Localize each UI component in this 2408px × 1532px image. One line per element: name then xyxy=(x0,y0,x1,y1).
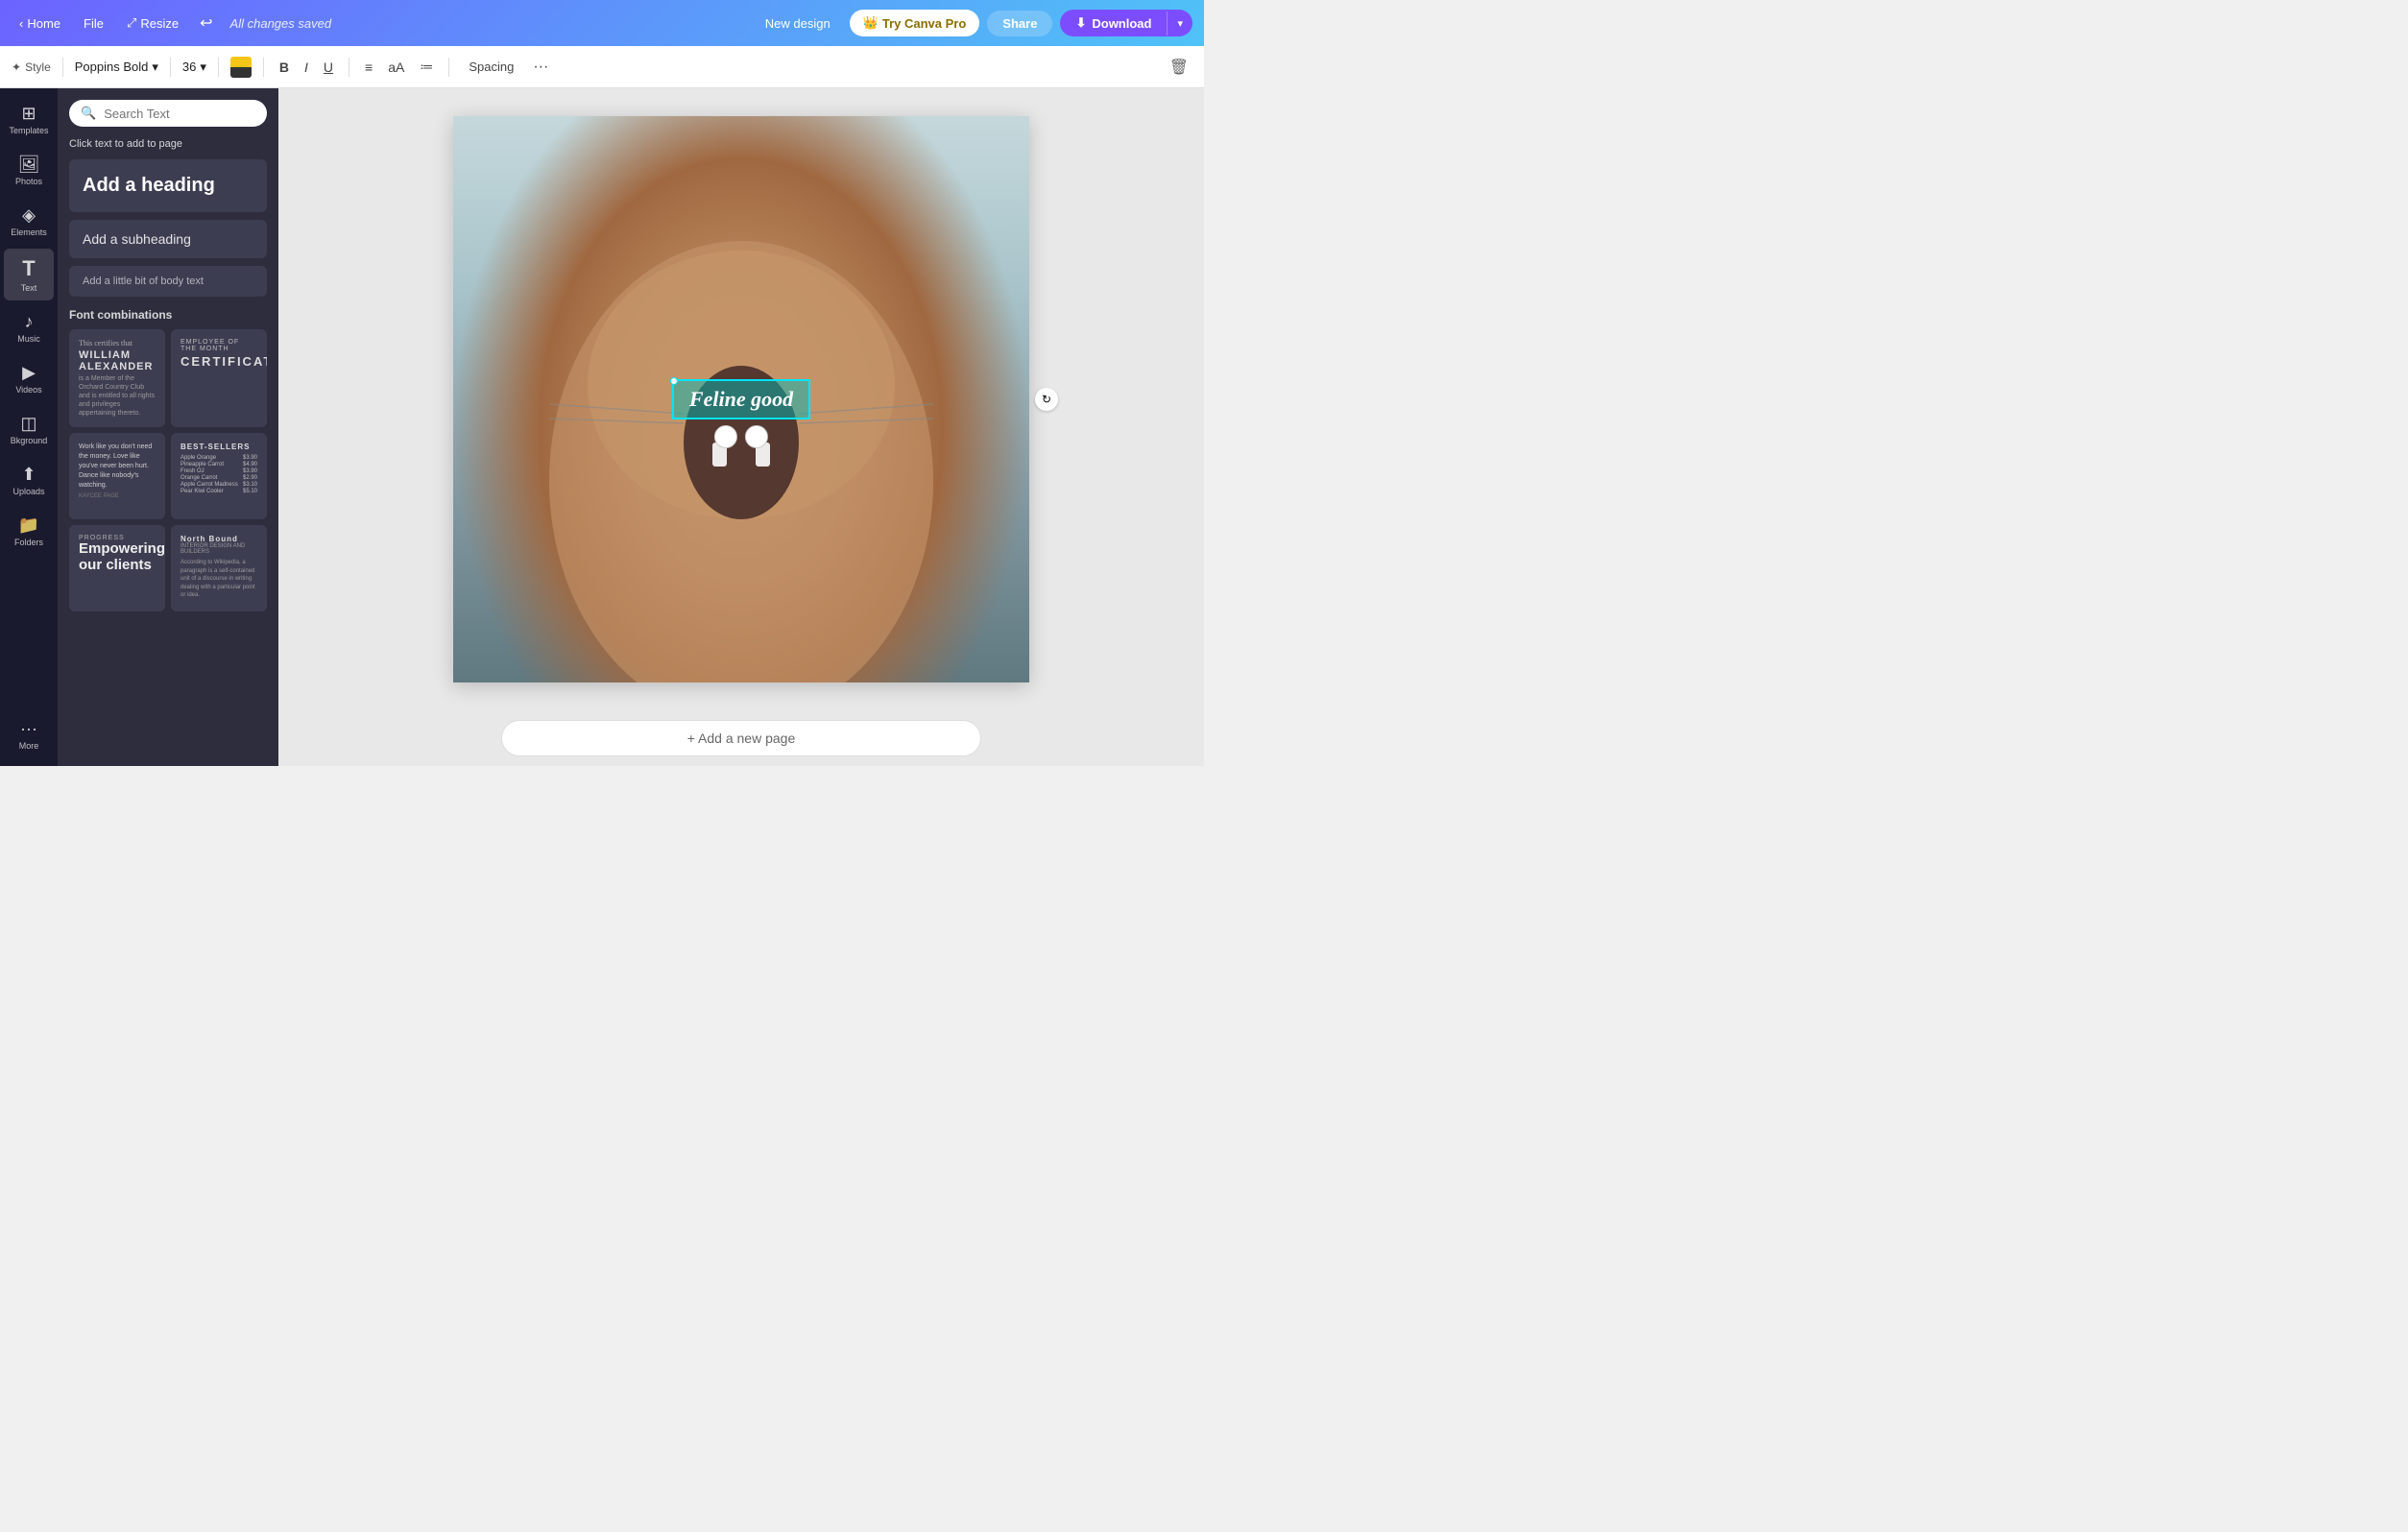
font-card-4[interactable]: BEST-SELLERS Apple Orange$3.90 Pineapple… xyxy=(171,433,267,519)
font-combos-label: Font combinations xyxy=(69,308,267,322)
sidebar-item-templates[interactable]: ⊞ Templates xyxy=(4,96,54,143)
sidebar-item-videos[interactable]: ▶ Videos xyxy=(4,355,54,402)
elements-icon: ◈ xyxy=(22,205,36,226)
templates-icon: ⊞ xyxy=(21,104,36,124)
sidebar-item-more[interactable]: ··· More xyxy=(4,711,54,758)
list-button[interactable]: ≔ xyxy=(416,55,437,79)
sidebar-item-text[interactable]: T Text xyxy=(4,249,54,300)
canvas-wrapper: ⧉ ⊕ + xyxy=(453,116,1029,682)
style-icon: ✦ xyxy=(12,60,21,74)
text-panel: 🔍 Click text to add to page Add a headin… xyxy=(58,88,278,766)
font-selector[interactable]: Poppins Bold ▾ xyxy=(75,60,158,75)
delete-button[interactable]: 🗑 xyxy=(1166,54,1192,81)
font-card-5[interactable]: PROGRESS Empowering our clients xyxy=(69,525,165,611)
more-options-button[interactable]: ··· xyxy=(529,55,552,80)
sidebar-item-background[interactable]: ◫ Bkground xyxy=(4,406,54,453)
share-button[interactable]: Share xyxy=(987,11,1052,36)
font-chevron-icon: ▾ xyxy=(152,60,158,75)
canvas-container: ⧉ ⊕ + xyxy=(278,88,1204,710)
crown-icon: 👑 xyxy=(863,15,879,31)
videos-icon: ▶ xyxy=(22,363,36,383)
add-page-button[interactable]: + Add a new page xyxy=(501,720,981,756)
text-color-swatch[interactable] xyxy=(230,57,252,78)
font-card-1[interactable]: This certifies that WILLIAM ALEXANDER is… xyxy=(69,329,165,427)
folders-icon: 📁 xyxy=(18,515,39,536)
toolbar-separator-1 xyxy=(62,58,63,77)
font-combinations-grid: This certifies that WILLIAM ALEXANDER is… xyxy=(69,329,267,611)
search-icon: 🔍 xyxy=(81,106,96,121)
toolbar-separator-3 xyxy=(218,58,219,77)
case-button[interactable]: aA xyxy=(384,56,408,79)
canvas-rotate-handle[interactable]: ↻ xyxy=(1035,388,1058,411)
search-input[interactable] xyxy=(104,107,255,121)
more-icon: ··· xyxy=(20,719,37,739)
chevron-left-icon: ‹ xyxy=(19,16,23,31)
download-icon: ⬇ xyxy=(1075,15,1086,31)
toolbar-separator-6 xyxy=(448,58,449,77)
sidebar-item-music[interactable]: ♪ Music xyxy=(4,304,54,351)
download-button[interactable]: ⬇ Download xyxy=(1060,10,1167,36)
resize-button[interactable]: ⤢ Resize xyxy=(119,12,186,35)
text-controls: ↻ ✛ xyxy=(714,425,768,448)
sidebar-item-folders[interactable]: 📁 Folders xyxy=(4,508,54,555)
canvas-text-element[interactable]: Feline good ↻ ✛ xyxy=(672,379,810,419)
background-icon: ◫ xyxy=(20,414,36,434)
sidebar-item-uploads[interactable]: ⬆ Uploads xyxy=(4,457,54,504)
header: ‹ Home File ⤢ Resize ↩ All changes saved… xyxy=(0,0,1204,46)
file-button[interactable]: File xyxy=(76,12,111,35)
sidebar-icons: ⊞ Templates 🖼 Photos ◈ Elements T Text ♪… xyxy=(0,88,58,766)
undo-button[interactable]: ↩ xyxy=(194,10,218,36)
text-icon: T xyxy=(22,256,35,281)
home-button[interactable]: ‹ Home xyxy=(12,12,68,35)
try-pro-button[interactable]: 👑 Try Canva Pro xyxy=(850,10,980,36)
style-dropdown[interactable]: ✦ Style xyxy=(12,60,51,74)
font-card-6[interactable]: North Bound INTERIOR DESIGN AND BUILDERS… xyxy=(171,525,267,611)
rotate-control[interactable]: ↻ xyxy=(714,425,737,448)
download-chevron-button[interactable]: ▾ xyxy=(1167,12,1192,36)
save-status: All changes saved xyxy=(230,16,332,31)
font-card-2[interactable]: EMPLOYEE OF THE MONTH CERTIFICATE xyxy=(171,329,267,427)
italic-button[interactable]: I xyxy=(301,56,312,79)
add-subheading-button[interactable]: Add a subheading xyxy=(69,220,267,258)
canvas-area: ⧉ ⊕ + xyxy=(278,88,1204,766)
design-canvas[interactable]: Feline good ↻ ✛ xyxy=(453,116,1029,682)
align-button[interactable]: ≡ xyxy=(361,56,376,79)
search-bar[interactable]: 🔍 xyxy=(69,100,267,127)
uploads-icon: ⬆ xyxy=(21,465,36,485)
text-handle xyxy=(670,377,678,385)
sidebar-item-elements[interactable]: ◈ Elements xyxy=(4,198,54,245)
spacing-button[interactable]: Spacing xyxy=(461,56,521,78)
font-card-3[interactable]: Work like you don't need the money. Love… xyxy=(69,433,165,519)
main-layout: ⊞ Templates 🖼 Photos ◈ Elements T Text ♪… xyxy=(0,88,1204,766)
music-icon: ♪ xyxy=(25,312,34,332)
toolbar-separator-4 xyxy=(263,58,264,77)
click-to-add-label: Click text to add to page xyxy=(69,138,267,150)
toolbar-separator-2 xyxy=(170,58,171,77)
add-heading-button[interactable]: Add a heading xyxy=(69,159,267,212)
resize-icon: ⤢ xyxy=(127,15,136,31)
bold-button[interactable]: B xyxy=(276,56,293,79)
underline-button[interactable]: U xyxy=(320,56,337,79)
sidebar-item-photos[interactable]: 🖼 Photos xyxy=(4,147,54,194)
download-group: ⬇ Download ▾ xyxy=(1060,10,1192,36)
add-body-button[interactable]: Add a little bit of body text xyxy=(69,266,267,297)
move-control[interactable]: ✛ xyxy=(745,425,768,448)
photos-icon: 🖼 xyxy=(18,155,40,175)
new-design-button[interactable]: New design xyxy=(754,11,842,36)
font-size-selector[interactable]: 36 ▾ xyxy=(182,60,206,75)
size-chevron-icon: ▾ xyxy=(200,60,206,75)
toolbar: ✦ Style Poppins Bold ▾ 36 ▾ B I U ≡ aA ≔… xyxy=(0,46,1204,88)
